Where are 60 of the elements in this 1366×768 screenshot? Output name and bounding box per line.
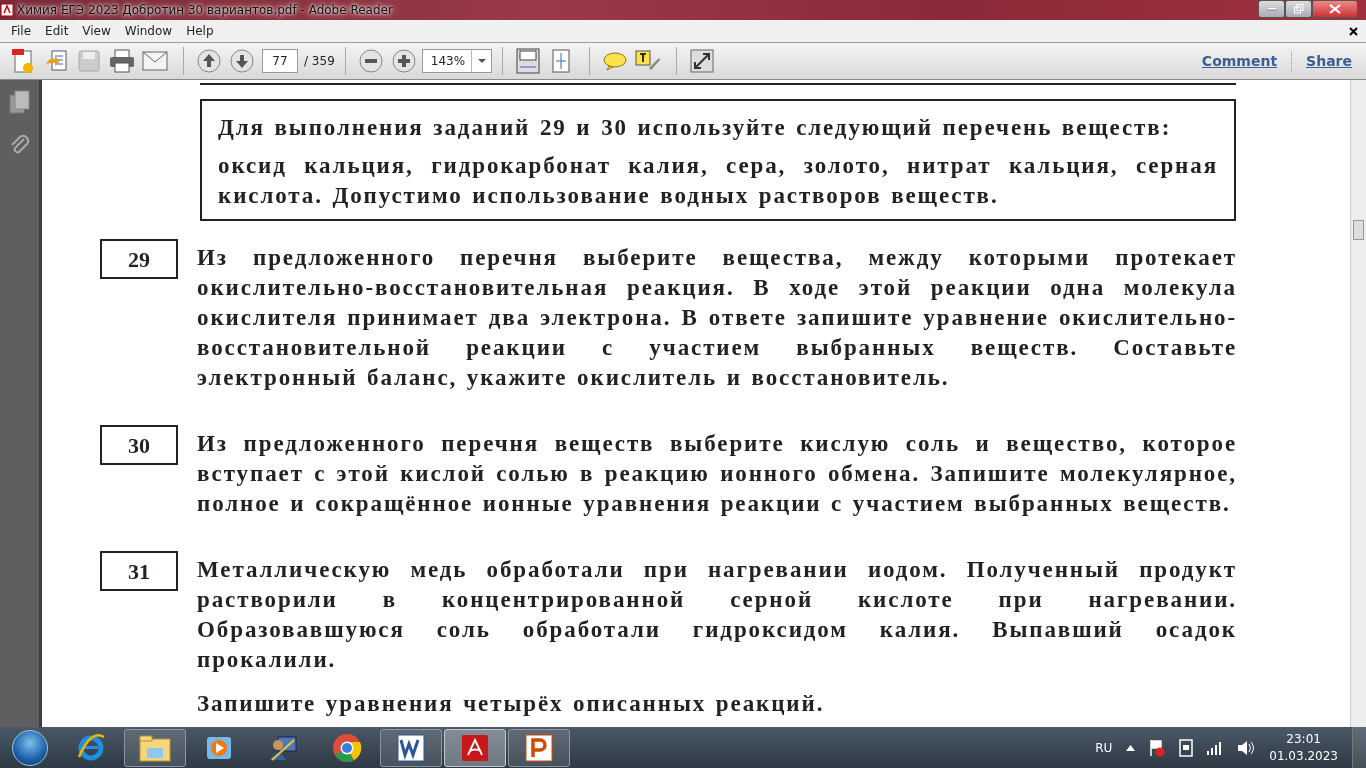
taskbar-button[interactable]: [124, 728, 186, 767]
expand-icon[interactable]: [689, 49, 714, 73]
task-number: 30: [100, 425, 178, 465]
toolbar-link[interactable]: Share: [1291, 50, 1366, 72]
browser-icon: [76, 732, 106, 763]
task-text: Металлическую медь обработали при нагревании иодом. Полученный продукт растворили в концентрированной серной кислоте при нагревании. Образовавшуюся соль обработали гидроксидом калия. Выпавший осадок прокалили.: [197, 556, 1237, 674]
taskbar-button[interactable]: [444, 728, 506, 767]
task-number: 31: [100, 551, 178, 591]
task-text: Из предложенного перечня выберите вещества, между которыми протекает окислительно-восстановительная реакция. В ходе этой реакции одна молекула окислителя принимает два электрона. В ответе запишите уравнение окислительно-восстановительной реакции с участием выбранных веществ. Составьте электронный баланс, укажите окислитель и восстановитель.: [197, 244, 1237, 392]
fit-page-icon[interactable]: [515, 48, 540, 74]
user-icon: [268, 733, 298, 762]
email-icon[interactable]: [142, 51, 168, 71]
taskbar-button[interactable]: [508, 728, 570, 767]
menu-item[interactable]: Edit: [38, 22, 76, 40]
signal-icon[interactable]: [1207, 740, 1224, 755]
page-number-field[interactable]: 77: [262, 49, 298, 73]
word-processor-icon: [396, 732, 426, 763]
toolbar-link[interactable]: Comment: [1187, 50, 1292, 72]
restore-button[interactable]: [1285, 0, 1312, 18]
highlight-icon[interactable]: [634, 50, 661, 72]
comment-icon[interactable]: [602, 51, 627, 71]
task-number: 29: [100, 239, 178, 279]
taskbar-button[interactable]: [380, 728, 442, 767]
instruction-text: оксид кальция, гидрокарбонат калия, сера, золото, нитрат кальция, серная кислота. Допустимо использование водных растворов веществ.: [218, 152, 1218, 210]
scroll-thumb[interactable]: [1353, 220, 1364, 240]
close-icon: [1329, 4, 1341, 14]
presentation-icon: [524, 732, 554, 763]
restore-icon: [1293, 4, 1304, 14]
zoom-out-icon[interactable]: [358, 49, 383, 73]
menu-item[interactable]: Help: [179, 22, 221, 40]
close-button[interactable]: [1312, 0, 1358, 18]
open-document-icon[interactable]: [44, 49, 68, 73]
scrollbar[interactable]: [1350, 80, 1366, 727]
clock-date[interactable]: 01.03.2023: [1269, 747, 1338, 765]
language-indicator[interactable]: RU: [1095, 738, 1113, 757]
close-icon[interactable]: [1349, 26, 1358, 36]
task-text: Запишите уравнения четырёх описанных реакций.: [197, 690, 826, 718]
volume-icon[interactable]: [1237, 739, 1256, 756]
window-title: Химия ЕГЭ 2023 Добротин 30 вариантов.pdf - Adobe Reader: [17, 2, 393, 19]
menu-item[interactable]: View: [75, 22, 118, 40]
menu-item[interactable]: File: [4, 22, 39, 40]
pdf-icon: [460, 732, 490, 763]
instruction-heading: Для выполнения заданий 29 и 30 используйте следующий перечень веществ:: [218, 114, 1173, 142]
folder-icon: [139, 733, 171, 762]
task-text: Из предложенного перечня веществ выберите кислую соль и вещество, которое вступает с этой кислой солью в реакцию ионного обмена. Запишите молекулярное, полное и сокращённое ионные уравнения реакции с участием выбранных веществ.: [197, 430, 1237, 518]
minimize-icon: [1266, 7, 1277, 11]
clock-time[interactable]: 23:01: [1269, 730, 1338, 748]
zoom-in-icon[interactable]: [391, 49, 416, 73]
flag-icon[interactable]: [1149, 738, 1166, 757]
pdf-icon: [0, 3, 14, 17]
page-total: / 359: [304, 53, 335, 70]
create-document-icon[interactable]: [11, 48, 35, 74]
pages-icon[interactable]: [8, 90, 31, 114]
minimize-button[interactable]: [1258, 0, 1285, 18]
print-icon[interactable]: [109, 49, 135, 73]
browser-icon: [332, 732, 362, 763]
menu-item[interactable]: Window: [117, 22, 180, 40]
start-button[interactable]: [12, 729, 48, 766]
zoom-dropdown[interactable]: 143%: [421, 49, 492, 73]
up-arrow-icon[interactable]: [1126, 744, 1136, 751]
